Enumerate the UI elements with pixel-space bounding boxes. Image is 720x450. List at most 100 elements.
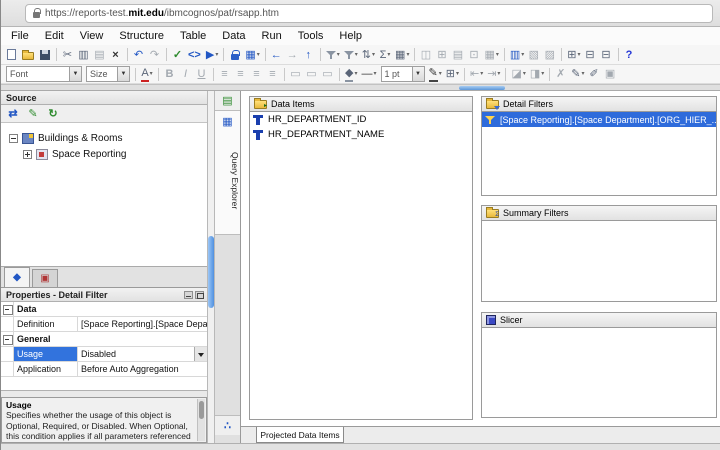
toolbar-separator[interactable] [504, 48, 505, 61]
underline-button[interactable]: U [195, 66, 209, 82]
align-left-button[interactable]: ≡ [218, 66, 232, 82]
tree-item-buildings-rooms[interactable]: Buildings & Rooms [1, 130, 207, 146]
projected-data-items-tab[interactable]: Projected Data Items [256, 427, 344, 443]
scrollbar-thumb[interactable] [208, 236, 214, 308]
menu-item[interactable]: Structure [111, 30, 172, 42]
swap-rows-columns-button[interactable]: ▧ [527, 47, 541, 63]
size-combo[interactable]: Size▼ [86, 66, 130, 82]
table-grid-button[interactable]: ⊞▾ [566, 47, 581, 63]
menu-item[interactable]: View [72, 30, 112, 42]
page-set-button[interactable]: ⊡ [467, 47, 481, 63]
toolbar-separator[interactable] [505, 68, 506, 81]
menu-item[interactable]: Tools [290, 30, 332, 42]
edit-data-item-button[interactable]: ✎ [26, 106, 40, 122]
line-style-button[interactable]: —▾ [360, 66, 377, 82]
redo-button[interactable]: ↷ [148, 47, 162, 63]
save-report-button[interactable] [38, 47, 52, 63]
usage-scrollbar[interactable] [197, 399, 205, 441]
drill-behavior-button[interactable]: ⊟ [600, 47, 614, 63]
toolbar-separator[interactable] [618, 48, 619, 61]
tab-toolbox[interactable]: ▣ [32, 269, 58, 287]
toolbar-separator[interactable] [414, 48, 415, 61]
border-color-button[interactable]: ✎▾ [428, 66, 443, 82]
master-detail-button[interactable]: ⊟ [584, 47, 598, 63]
style-picker-button[interactable]: ✎▾ [570, 66, 585, 82]
toolbar-separator[interactable] [158, 68, 159, 81]
page-layout-button[interactable]: ▦▾ [483, 47, 499, 63]
copy-format-button[interactable]: ▨ [543, 47, 557, 63]
toolbar-separator[interactable] [561, 48, 562, 61]
property-value[interactable]: [Space Reporting].[Space Department]... [78, 319, 207, 329]
align-right-button[interactable]: ≡ [250, 66, 264, 82]
toolbar-separator[interactable] [135, 68, 136, 81]
indent-increase-button[interactable]: ⇥▾ [486, 66, 501, 82]
menu-item[interactable]: Help [331, 30, 370, 42]
run-button[interactable]: ▶▾ [205, 47, 219, 63]
font-combo[interactable]: Font▼ [6, 66, 82, 82]
xml-button[interactable]: <> [187, 47, 203, 63]
prop-group-general[interactable]: General [1, 332, 207, 347]
spacing-button[interactable]: ▭ [305, 66, 319, 82]
indent-decrease-button[interactable]: ⇤▾ [469, 66, 484, 82]
toolbar-separator[interactable] [56, 48, 57, 61]
border-width-combo[interactable]: 1 pt▼ [381, 66, 425, 82]
prop-application[interactable]: Application Before Auto Aggregation [1, 362, 207, 377]
url-input[interactable]: https://reports-test.mit.edu/ibmcognos/p… [25, 4, 713, 23]
align-center-button[interactable]: ≡ [234, 66, 248, 82]
conditional-style-button[interactable]: ◪▾ [510, 66, 526, 82]
help-button[interactable]: ? [623, 47, 637, 63]
paste-button[interactable]: ▤ [93, 47, 107, 63]
insert-table-button[interactable]: ⊞ [435, 47, 449, 63]
collapse-icon[interactable] [9, 134, 18, 143]
query-explorer-label[interactable]: Query Explorer [215, 131, 240, 235]
borders-button[interactable]: ⊞▾ [445, 66, 460, 82]
cut-button[interactable]: ✂ [61, 47, 75, 63]
menu-item[interactable]: Edit [37, 30, 72, 42]
data-item[interactable]: HR_DEPARTMENT_NAME [250, 127, 472, 142]
expand-icon[interactable] [23, 150, 32, 159]
background-color-button[interactable]: ◆▾ [344, 66, 358, 82]
maximize-pane-button[interactable] [195, 291, 204, 299]
refresh-source-button[interactable]: ↻ [46, 106, 60, 122]
padding-button[interactable]: ▭ [321, 66, 335, 82]
section-button[interactable]: ▤ [451, 47, 465, 63]
go-up-button[interactable]: ↑ [302, 47, 316, 63]
delete-button[interactable]: × [109, 47, 123, 63]
validate-button[interactable]: ✓ [171, 47, 185, 63]
forward-button[interactable]: → [286, 47, 300, 63]
apply-style-button[interactable]: ✐ [588, 66, 602, 82]
toolbar-separator[interactable] [339, 68, 340, 81]
back-button[interactable]: ← [270, 47, 284, 63]
vertical-align-button[interactable]: ▭ [289, 66, 303, 82]
property-value[interactable]: Disabled [78, 349, 194, 359]
menu-item[interactable]: Data [214, 30, 253, 42]
prop-usage[interactable]: Usage Disabled [1, 347, 207, 362]
open-report-button[interactable] [21, 47, 36, 63]
page-explorer-tab[interactable]: ▤ [215, 91, 240, 111]
toolbar-separator[interactable] [284, 68, 285, 81]
prop-definition[interactable]: Definition [Space Reporting].[Space Depa… [1, 317, 207, 332]
new-report-button[interactable] [5, 47, 19, 63]
toolbar-separator[interactable] [549, 68, 550, 81]
italic-button[interactable]: I [179, 66, 193, 82]
toolbar-separator[interactable] [464, 68, 465, 81]
menu-item[interactable]: File [3, 30, 37, 42]
toolbar-separator[interactable] [265, 48, 266, 61]
detail-filter-item[interactable]: [Space Reporting].[Space Department].[OR… [482, 112, 716, 127]
menu-item[interactable]: Run [254, 30, 290, 42]
scrollbar-thumb[interactable] [199, 401, 204, 419]
tab-model[interactable]: ◆ [4, 267, 30, 287]
summarize-button[interactable]: Σ▾ [378, 47, 392, 63]
copy-button[interactable]: ▥ [77, 47, 91, 63]
splitter-grip[interactable] [459, 86, 505, 90]
pivot-button[interactable]: ▦▾ [394, 47, 410, 63]
prop-group-data[interactable]: Data [1, 302, 207, 317]
chart-button[interactable]: ▥▾ [509, 47, 525, 63]
bold-button[interactable]: B [163, 66, 177, 82]
font-color-button[interactable]: A▾ [140, 66, 154, 82]
toolbar-separator[interactable] [223, 48, 224, 61]
toolbar-separator[interactable] [166, 48, 167, 61]
condition-explorer-tab[interactable]: ∴ [215, 415, 240, 435]
sort-button[interactable]: ⇅▾ [361, 47, 376, 63]
reset-style-button[interactable]: ✗ [554, 66, 568, 82]
